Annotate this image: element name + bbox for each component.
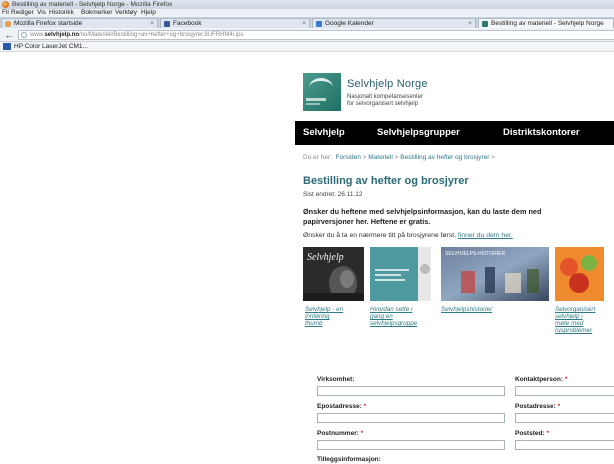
booklet-cover-rus[interactable]: [555, 247, 604, 301]
url-text: www.selvhjelp.no/no/Materiell/Bestilling…: [30, 32, 244, 38]
menu-edit[interactable]: Rediger: [11, 9, 34, 17]
page-title: Bestilling av hefter og brosjyrer: [303, 175, 469, 187]
booklet-link-rus[interactable]: Selvorganisert selvhjelp i møte med rusprob…: [555, 306, 595, 334]
label-tilleggsinformasjon: Tilleggsinformasjon:: [317, 456, 381, 463]
booklet-link-selvhjelp[interactable]: Selvhjelp - en innføring thumb: [305, 306, 343, 327]
label-poststed: Poststed: *: [515, 430, 549, 437]
epostadresse-input[interactable]: [317, 413, 505, 423]
intro-line1: Ønsker du heftene med selvhjelpsinformas…: [303, 207, 542, 216]
menu-tools[interactable]: Verktøy: [115, 9, 137, 17]
kontaktperson-input[interactable]: [515, 386, 614, 396]
tagline-line2: for selvorganisert selvhjelp: [347, 101, 419, 107]
url-bar[interactable]: www.selvhjelp.no/no/Materiell/Bestilling…: [18, 30, 614, 40]
main-navigation: Selvhjelp Selvhjelpsgrupper Distriktskon…: [295, 121, 614, 145]
menu-help[interactable]: Hjelp: [141, 9, 156, 17]
menu-bar: Fil Rediger Vis Historikk Bokmerker Verk…: [0, 9, 614, 17]
last-updated: Sist endret: 26.11.12: [303, 191, 363, 198]
globe-icon: [21, 32, 27, 38]
tab-bestilling[interactable]: Bestilling av materiell - Selvhjelp Norg…: [478, 18, 614, 28]
poststed-input[interactable]: [515, 440, 614, 450]
breadcrumb-materiell[interactable]: Materiell: [368, 154, 393, 161]
calendar-icon: [316, 21, 322, 27]
intro-line2: papirversjoner her. Heftene er gratis.: [303, 217, 431, 226]
bookmark-hp-laserjet[interactable]: HP Color LaserJet CM1...: [14, 42, 88, 51]
close-tab-icon[interactable]: ×: [468, 19, 472, 28]
breadcrumb-home[interactable]: Forsiden: [336, 154, 361, 161]
menu-history[interactable]: Historikk: [49, 9, 74, 17]
breadcrumb-current[interactable]: Bestilling av hefter og brosjyrer: [400, 154, 489, 161]
site-logo[interactable]: [303, 73, 341, 111]
firefox-icon: [2, 1, 9, 8]
cover-title: SELVHJELPS-HISTORIER: [445, 251, 505, 257]
label-virksomhet: Virksomhet:: [317, 376, 355, 383]
tab-facebook[interactable]: Facebook ×: [160, 18, 310, 28]
tab-label: Bestilling av materiell - Selvhjelp Norg…: [491, 20, 604, 27]
back-button[interactable]: ←: [3, 30, 15, 40]
nav-distriktskontorer[interactable]: Distriktskontorer: [503, 121, 580, 145]
label-epostadresse: Epostadresse: *: [317, 403, 367, 410]
close-tab-icon[interactable]: ×: [302, 19, 306, 28]
virksomhet-input[interactable]: [317, 386, 505, 396]
tab-label: Mozilla Firefox startside: [14, 20, 83, 27]
tagline-line1: Nasjonalt kompetansesenter: [347, 94, 424, 100]
menu-file[interactable]: Fil: [2, 9, 9, 17]
tab-label: Google Kalender: [325, 20, 374, 27]
label-kontaktperson: Kontaktperson: *: [515, 376, 568, 383]
window-title: Bestilling av materiell - Selvhjelp Norg…: [12, 1, 173, 8]
tab-firefox-start[interactable]: Mozilla Firefox startside ×: [1, 18, 158, 28]
tab-strip: Mozilla Firefox startside × Facebook × G…: [0, 17, 614, 28]
nav-selvhjelp[interactable]: Selvhjelp: [303, 121, 345, 145]
tab-label: Facebook: [173, 20, 202, 27]
nav-selvhjelpsgrupper[interactable]: Selvhjelpsgrupper: [377, 121, 460, 145]
brand-name: Selvhjelp Norge: [347, 78, 428, 90]
postadresse-input[interactable]: [515, 413, 614, 423]
navigation-bar: ← www.selvhjelp.no/no/Materiell/Bestilli…: [0, 28, 614, 42]
menu-bookmarks[interactable]: Bokmerker: [81, 9, 112, 17]
cover-title: Selvhjelp: [307, 252, 344, 263]
booklet-cover-historier[interactable]: SELVHJELPS-HISTORIER: [441, 247, 549, 301]
tab-google-calendar[interactable]: Google Kalender ×: [312, 18, 476, 28]
postnummer-input[interactable]: [317, 440, 505, 450]
booklet-link-historier[interactable]: Selvhjelpshistorier: [441, 306, 492, 313]
label-postnummer: Postnummer: *: [317, 430, 364, 437]
close-tab-icon[interactable]: ×: [150, 19, 154, 28]
firefox-icon: [5, 21, 11, 27]
booklet-cover-selvhjelp[interactable]: Selvhjelp: [303, 247, 364, 301]
booklet-link-hvordan[interactable]: Hvordan sette i gang en selvhjelpsgruppe: [370, 306, 417, 327]
breadcrumb: Du er her: Forsiden > Materiell > Bestil…: [303, 154, 496, 161]
label-postadresse: Postadresse: *: [515, 403, 561, 410]
facebook-icon: [164, 21, 170, 27]
bookmarks-toolbar: HP Color LaserJet CM1...: [0, 42, 614, 52]
printer-icon: [3, 43, 11, 50]
order-form: Virksomhet: Kontaktperson: * Epostadress…: [303, 368, 614, 464]
site-icon: [482, 21, 488, 27]
preview-link[interactable]: finner du dem her.: [458, 232, 513, 239]
menu-view[interactable]: Vis: [37, 9, 46, 17]
booklet-cover-hvordan[interactable]: [370, 247, 431, 301]
window-titlebar: Bestilling av materiell - Selvhjelp Norg…: [0, 0, 614, 9]
preview-text: Ønsker du å ta en nærmere titt på brosjy…: [303, 232, 513, 239]
